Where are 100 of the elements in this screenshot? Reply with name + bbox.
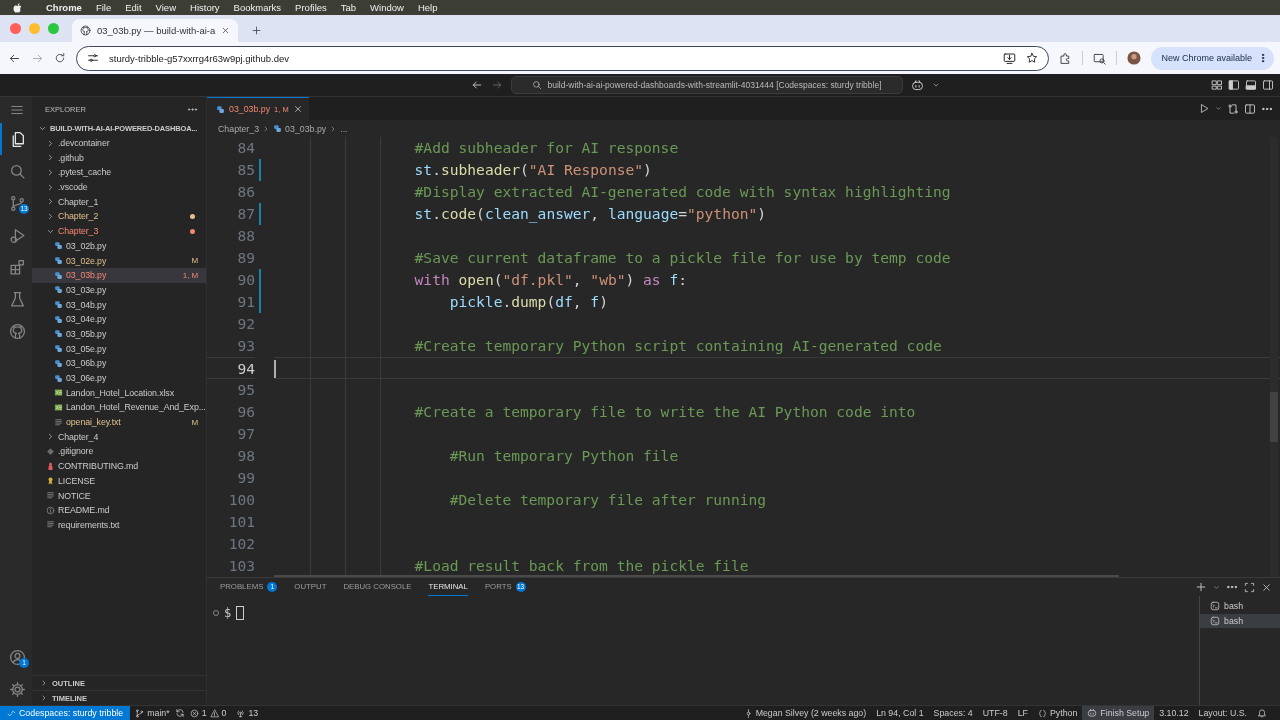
menu-item[interactable]: Bookmarks: [233, 2, 282, 13]
apple-logo-icon[interactable]: [12, 1, 24, 14]
run-icon[interactable]: [1199, 103, 1210, 114]
file-tree-item[interactable]: NOTICE: [32, 488, 206, 503]
github-logo-icon: [80, 25, 91, 36]
sync-icon[interactable]: [174, 708, 185, 718]
file-tree-item[interactable]: 03_04e.py: [32, 311, 206, 327]
file-tree-item[interactable]: 03_02e.py M: [32, 253, 206, 268]
file-tree-item[interactable]: .github: [32, 150, 206, 166]
new-tab-icon[interactable]: [251, 25, 263, 36]
file-tree-item[interactable]: .gitignore: [32, 444, 206, 459]
file-tree-item[interactable]: 03_05e.py: [32, 341, 206, 356]
source-control-icon[interactable]: [8, 194, 26, 212]
status-item[interactable]: Layout: U.S.: [1193, 706, 1252, 720]
address-bar[interactable]: sturdy-tribble-g57xxrrg4r63w9pj.github.dev: [76, 45, 1050, 71]
chevron-down-icon[interactable]: [1213, 583, 1220, 591]
profile-avatar-icon[interactable]: [1127, 51, 1142, 65]
file-tree-item[interactable]: .pytest_cache: [32, 165, 206, 180]
compare-changes-icon[interactable]: [1227, 102, 1239, 115]
back-icon[interactable]: [471, 79, 483, 91]
menu-item[interactable]: History: [190, 2, 220, 13]
close-icon[interactable]: [221, 26, 231, 35]
file-tree-item[interactable]: Landon_Hotel_Location.xlsx: [32, 385, 206, 401]
status-item[interactable]: LF: [1012, 706, 1033, 720]
settings-icon[interactable]: [8, 680, 26, 698]
extensions-icon[interactable]: [8, 258, 26, 276]
run-debug-icon[interactable]: [8, 226, 26, 244]
reload-icon[interactable]: [54, 52, 66, 64]
status-item[interactable]: 3.10.12: [1154, 706, 1194, 720]
toggle-panel-icon[interactable]: [1245, 79, 1257, 91]
menu-item[interactable]: View: [155, 2, 176, 13]
branch-indicator[interactable]: main*: [130, 706, 175, 720]
breadcrumb-item[interactable]: 03_03b.py: [285, 123, 327, 134]
python-file-icon: [54, 314, 63, 324]
new-terminal-icon[interactable]: [1195, 581, 1207, 593]
menu-item[interactable]: Profiles: [295, 2, 327, 13]
file-tree-item[interactable]: LICENSE: [32, 473, 206, 489]
notifications-icon[interactable]: [1257, 708, 1267, 718]
blame-indicator[interactable]: Megan Silvey (2 weeks ago): [738, 706, 872, 720]
chevron-down-icon[interactable]: [932, 81, 940, 89]
close-icon[interactable]: [292, 104, 303, 114]
file-tree-item[interactable]: openai_key.txt M: [32, 414, 206, 430]
search-icon[interactable]: [8, 162, 26, 180]
copilot-icon[interactable]: [911, 78, 924, 92]
tab-search-icon[interactable]: [1093, 51, 1107, 65]
remote-indicator[interactable]: Codespaces: sturdy tribble: [0, 706, 131, 720]
scrollbar-thumb[interactable]: [1270, 392, 1278, 442]
install-app-icon[interactable]: [1003, 51, 1017, 65]
breadcrumb-item[interactable]: ...: [340, 123, 348, 134]
file-tree-item[interactable]: 03_03e.py: [32, 282, 206, 298]
file-tree-item[interactable]: Landon_Hotel_Revenue_And_Exp...: [32, 400, 206, 415]
menu-item[interactable]: File: [95, 2, 112, 13]
menu-item[interactable]: Window: [370, 2, 404, 13]
site-settings-icon[interactable]: [87, 52, 99, 64]
close-icon[interactable]: [1261, 581, 1272, 593]
account-icon[interactable]: [8, 648, 26, 666]
ports-indicator[interactable]: 13: [231, 706, 264, 720]
menu-item[interactable]: Chrome: [46, 2, 82, 13]
file-tree-item[interactable]: 03_04b.py: [32, 297, 206, 312]
file-tree-item[interactable]: Chapter_3: [32, 223, 206, 239]
status-item[interactable]: UTF-8: [977, 706, 1013, 720]
file-tree-item[interactable]: Chapter_2: [32, 209, 206, 224]
terminal-list-item[interactable]: bash: [1200, 613, 1280, 628]
menu-item[interactable]: Tab: [340, 2, 357, 13]
file-tree-item[interactable]: 03_06b.py: [32, 356, 206, 371]
language-mode[interactable]: Python: [1032, 706, 1083, 720]
status-item[interactable]: Ln 94, Col 1: [871, 706, 929, 720]
update-chrome-button[interactable]: New Chrome available: [1151, 46, 1274, 70]
file-tree-item[interactable]: 03_03b.py 1, M: [32, 267, 206, 283]
line-number: 94: [207, 357, 255, 379]
command-center[interactable]: build-with-ai-ai-powered-dashboards-with-streamlit-4031444 [Codespaces: sturdy tribble]: [511, 76, 903, 94]
file-tree-item[interactable]: README.md: [32, 502, 206, 518]
file-tree-item[interactable]: Chapter_4: [32, 429, 206, 445]
status-item[interactable]: Spaces: 4: [928, 706, 978, 720]
github-icon[interactable]: [8, 322, 26, 340]
browser-tab[interactable]: 03_03b.py — build-with-ai-a: [72, 19, 239, 42]
file-tree-item[interactable]: Chapter_1: [32, 194, 206, 210]
split-editor-icon[interactable]: [1244, 102, 1256, 115]
layout-icon[interactable]: [1211, 79, 1223, 91]
file-tree-item[interactable]: 03_06e.py: [32, 370, 206, 386]
file-tree-item[interactable]: .vscode: [32, 179, 206, 195]
horizontal-scrollbar[interactable]: [274, 575, 1119, 577]
toggle-secondary-sidebar-icon[interactable]: [1262, 79, 1274, 91]
menu-item[interactable]: Edit: [125, 2, 142, 13]
finish-setup-button[interactable]: Finish Setup: [1082, 706, 1155, 720]
file-tree-item[interactable]: CONTRIBUTING.md: [32, 458, 206, 474]
toggle-sidebar-icon[interactable]: [1228, 79, 1240, 91]
file-tree-item[interactable]: .devcontainer: [32, 135, 206, 151]
problems-indicator[interactable]: 1 0: [184, 706, 232, 720]
file-tree-item[interactable]: requirements.txt: [32, 517, 206, 533]
maximize-panel-icon[interactable]: [1244, 581, 1255, 593]
menu-icon[interactable]: [10, 103, 24, 117]
terminal-list-item[interactable]: bash: [1200, 599, 1280, 614]
bookmark-star-icon[interactable]: [1026, 52, 1039, 64]
beaker-icon[interactable]: [8, 290, 26, 308]
file-tree-item[interactable]: 03_02b.py: [32, 238, 206, 254]
file-tree-item[interactable]: 03_05b.py: [32, 326, 206, 342]
breadcrumb-item[interactable]: Chapter_3: [218, 123, 260, 134]
menu-item[interactable]: Help: [417, 2, 438, 13]
chevron-down-icon[interactable]: [1215, 105, 1222, 112]
